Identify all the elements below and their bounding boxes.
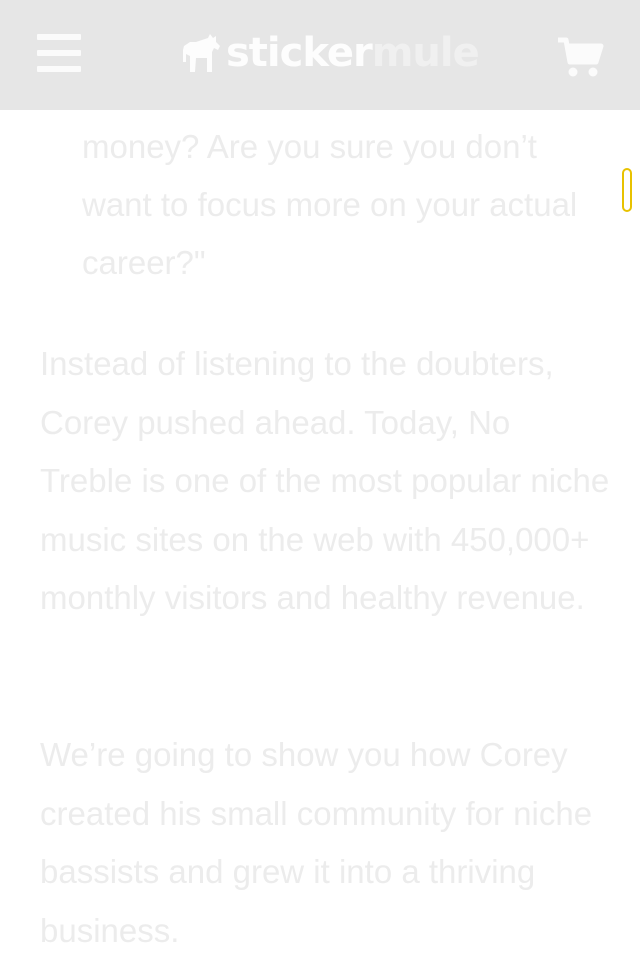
shopping-cart-icon[interactable] (556, 36, 604, 78)
stickermule-logo[interactable]: stickermule (180, 30, 480, 76)
scrollbar-handle[interactable] (622, 168, 632, 212)
logo-text-sticker: sticker (226, 30, 373, 76)
mule-logo-icon (183, 34, 220, 72)
hamburger-menu-icon[interactable] (37, 34, 81, 72)
article-paragraph: We’re going to show you how Corey create… (40, 736, 593, 949)
article-paragraph: Instead of listening to the doubters, Co… (40, 345, 610, 616)
logo-text-mule: mule (371, 30, 480, 76)
article-body: money? Are you sure you don’t want to fo… (0, 110, 640, 959)
article-blockquote: money? Are you sure you don’t want to fo… (82, 128, 578, 281)
site-header: stickermule (0, 0, 640, 110)
